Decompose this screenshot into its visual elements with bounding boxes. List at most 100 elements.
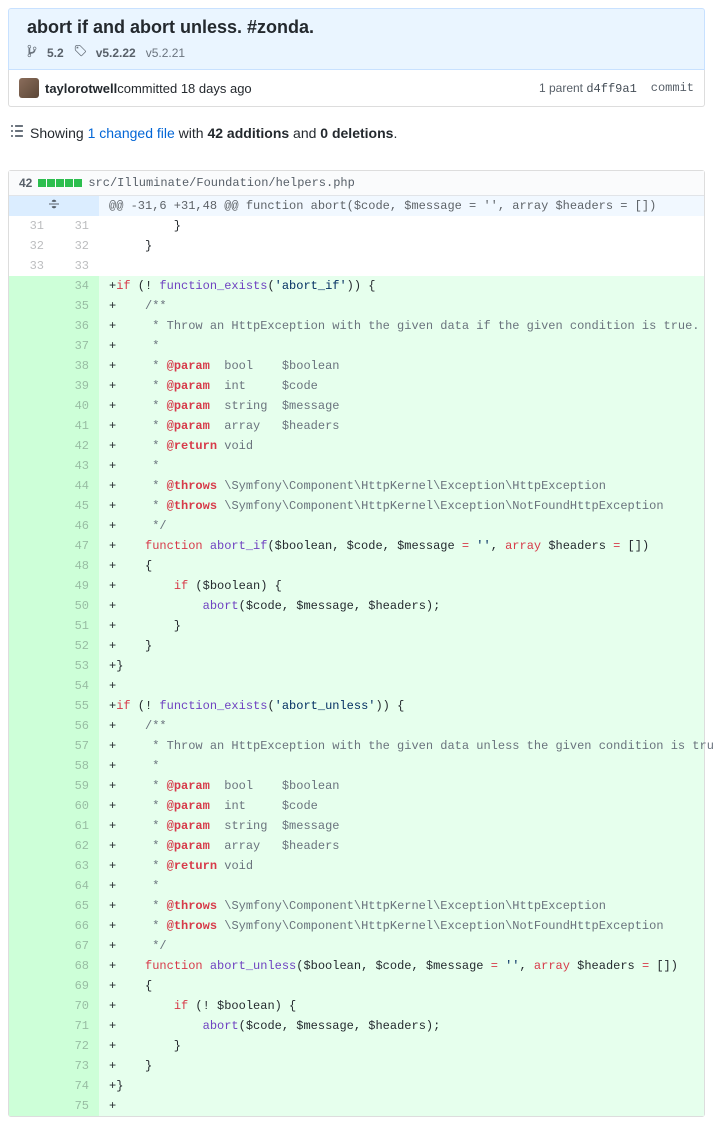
line-num-new[interactable]: 70 — [54, 996, 99, 1016]
line-num-new[interactable]: 65 — [54, 896, 99, 916]
line-num-new[interactable]: 58 — [54, 756, 99, 776]
line-num-new[interactable]: 71 — [54, 1016, 99, 1036]
line-num-old[interactable] — [9, 636, 54, 656]
line-num-new[interactable]: 64 — [54, 876, 99, 896]
line-num-old[interactable] — [9, 456, 54, 476]
line-num-old[interactable] — [9, 916, 54, 936]
line-num-old[interactable] — [9, 676, 54, 696]
line-num-old[interactable] — [9, 1056, 54, 1076]
line-num-new[interactable]: 56 — [54, 716, 99, 736]
line-num-old[interactable] — [9, 476, 54, 496]
line-num-old[interactable] — [9, 816, 54, 836]
line-num-old[interactable] — [9, 776, 54, 796]
line-num-old[interactable]: 31 — [9, 216, 54, 236]
line-num-new[interactable]: 32 — [54, 236, 99, 256]
line-num-new[interactable]: 73 — [54, 1056, 99, 1076]
line-num-new[interactable]: 62 — [54, 836, 99, 856]
file-list-icon[interactable] — [10, 123, 24, 142]
line-num-new[interactable]: 48 — [54, 556, 99, 576]
line-num-new[interactable]: 52 — [54, 636, 99, 656]
avatar[interactable] — [19, 78, 39, 98]
line-num-old[interactable] — [9, 876, 54, 896]
line-num-old[interactable] — [9, 956, 54, 976]
line-num-new[interactable]: 57 — [54, 736, 99, 756]
line-num-old[interactable] — [9, 276, 54, 296]
line-num-old[interactable] — [9, 596, 54, 616]
line-num-old[interactable] — [9, 1076, 54, 1096]
line-num-new[interactable]: 36 — [54, 316, 99, 336]
line-num-old[interactable] — [9, 316, 54, 336]
line-num-new[interactable]: 50 — [54, 596, 99, 616]
line-num-new[interactable]: 66 — [54, 916, 99, 936]
line-num-old[interactable]: 33 — [9, 256, 54, 276]
line-num-new[interactable]: 38 — [54, 356, 99, 376]
line-num-new[interactable]: 68 — [54, 956, 99, 976]
tag-name[interactable]: v5.2.22 — [96, 46, 136, 60]
line-num-new[interactable]: 34 — [54, 276, 99, 296]
line-num-old[interactable] — [9, 856, 54, 876]
line-num-new[interactable]: 75 — [54, 1096, 99, 1116]
line-num-new[interactable]: 49 — [54, 576, 99, 596]
line-num-old[interactable] — [9, 556, 54, 576]
line-num-new[interactable]: 55 — [54, 696, 99, 716]
line-num-old[interactable] — [9, 496, 54, 516]
line-num-old[interactable] — [9, 516, 54, 536]
line-num-new[interactable]: 35 — [54, 296, 99, 316]
line-num-old[interactable] — [9, 416, 54, 436]
commit-link[interactable]: commit — [651, 81, 694, 95]
line-num-new[interactable]: 61 — [54, 816, 99, 836]
line-num-new[interactable]: 46 — [54, 516, 99, 536]
parent-sha[interactable]: d4ff9a1 — [586, 82, 636, 96]
line-num-new[interactable]: 33 — [54, 256, 99, 276]
line-num-old[interactable] — [9, 536, 54, 556]
line-num-old[interactable] — [9, 936, 54, 956]
line-num-old[interactable] — [9, 976, 54, 996]
line-num-new[interactable]: 43 — [54, 456, 99, 476]
line-num-new[interactable]: 41 — [54, 416, 99, 436]
line-num-new[interactable]: 44 — [54, 476, 99, 496]
line-num-old[interactable] — [9, 436, 54, 456]
line-num-new[interactable]: 74 — [54, 1076, 99, 1096]
line-num-new[interactable]: 69 — [54, 976, 99, 996]
author-link[interactable]: taylorotwell — [45, 81, 117, 96]
line-num-old[interactable] — [9, 996, 54, 1016]
line-num-new[interactable]: 54 — [54, 676, 99, 696]
line-num-new[interactable]: 37 — [54, 336, 99, 356]
line-num-old[interactable] — [9, 1016, 54, 1036]
line-num-old[interactable] — [9, 376, 54, 396]
line-num-new[interactable]: 59 — [54, 776, 99, 796]
line-num-old[interactable] — [9, 656, 54, 676]
line-num-new[interactable]: 67 — [54, 936, 99, 956]
expand-icon[interactable] — [9, 196, 99, 216]
branch-name[interactable]: 5.2 — [47, 46, 64, 60]
line-num-old[interactable] — [9, 356, 54, 376]
line-num-old[interactable] — [9, 336, 54, 356]
line-num-old[interactable] — [9, 1036, 54, 1056]
line-num-new[interactable]: 31 — [54, 216, 99, 236]
line-num-new[interactable]: 63 — [54, 856, 99, 876]
line-num-old[interactable] — [9, 836, 54, 856]
line-num-old[interactable] — [9, 896, 54, 916]
line-num-new[interactable]: 45 — [54, 496, 99, 516]
line-num-old[interactable] — [9, 756, 54, 776]
line-num-new[interactable]: 47 — [54, 536, 99, 556]
line-num-old[interactable] — [9, 696, 54, 716]
line-num-new[interactable]: 51 — [54, 616, 99, 636]
line-num-old[interactable] — [9, 296, 54, 316]
changed-files-link[interactable]: 1 changed file — [88, 125, 175, 141]
line-num-old[interactable] — [9, 736, 54, 756]
line-num-old[interactable] — [9, 396, 54, 416]
line-num-old[interactable] — [9, 796, 54, 816]
line-num-new[interactable]: 72 — [54, 1036, 99, 1056]
line-num-new[interactable]: 60 — [54, 796, 99, 816]
line-num-new[interactable]: 39 — [54, 376, 99, 396]
line-num-new[interactable]: 42 — [54, 436, 99, 456]
line-num-new[interactable]: 53 — [54, 656, 99, 676]
line-num-old[interactable]: 32 — [9, 236, 54, 256]
line-num-old[interactable] — [9, 1096, 54, 1116]
file-path[interactable]: src/Illuminate/Foundation/helpers.php — [88, 176, 354, 190]
line-num-old[interactable] — [9, 716, 54, 736]
line-num-old[interactable] — [9, 576, 54, 596]
line-num-old[interactable] — [9, 616, 54, 636]
line-num-new[interactable]: 40 — [54, 396, 99, 416]
